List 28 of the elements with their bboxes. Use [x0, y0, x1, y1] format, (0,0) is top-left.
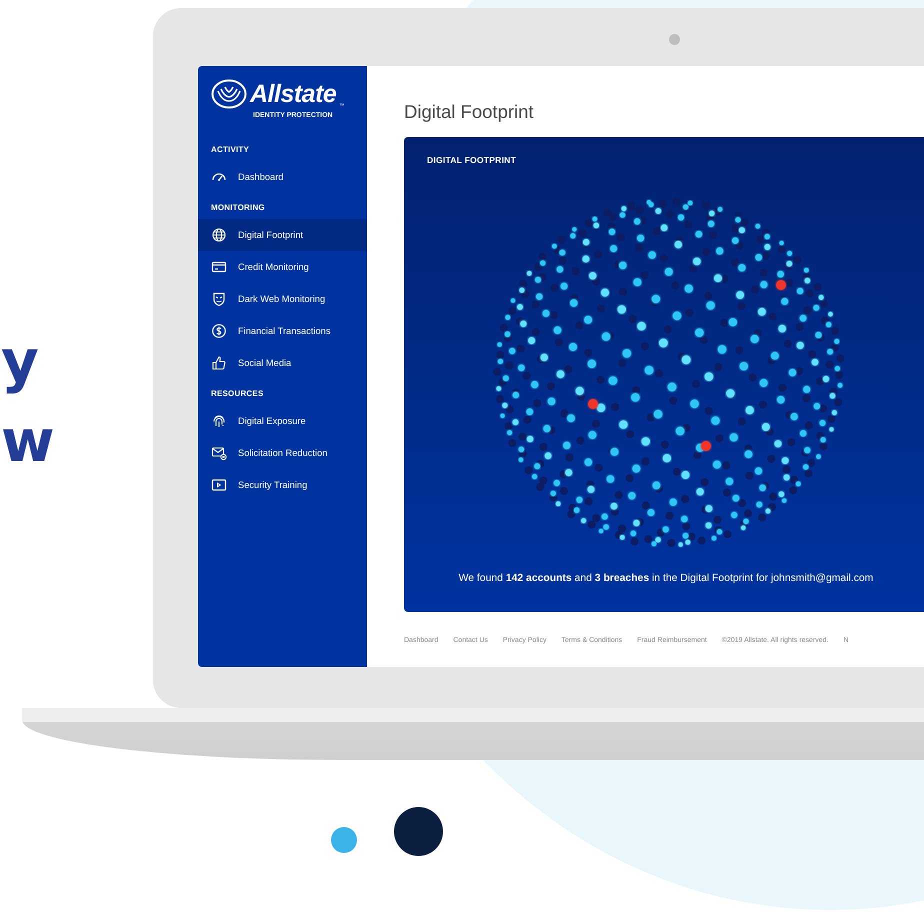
- decor-dot: [331, 827, 357, 853]
- credit-card-icon: [211, 259, 227, 275]
- decor-dot: [394, 807, 443, 856]
- sidebar-item[interactable]: Social Media: [198, 347, 367, 379]
- section-heading: MONITORING: [210, 203, 266, 214]
- fingerprint-icon: [211, 413, 227, 429]
- sidebar-item[interactable]: Security Training: [198, 469, 367, 501]
- sidebar-item[interactable]: Financial Transactions: [198, 315, 367, 347]
- sidebar-item[interactable]: Solicitation Reduction: [198, 437, 367, 469]
- sidebar-item[interactable]: Digital Exposure: [198, 405, 367, 437]
- mask-icon: [211, 291, 227, 307]
- sidebar-item[interactable]: Dark Web Monitoring: [198, 283, 367, 315]
- envelope-icon: [211, 445, 227, 461]
- page-title: Digital Footprint: [404, 101, 535, 123]
- camera-icon: [669, 34, 680, 45]
- video-icon: [211, 477, 227, 493]
- summary-text: We found 142 accounts and 3 breaches in the Digital Footprint for johnsmith@gmail.com: [458, 573, 874, 584]
- section-heading: RESOURCES: [210, 389, 264, 400]
- brand-name: Allstate: [250, 82, 336, 106]
- sidebar-item[interactable]: Credit Monitoring: [198, 251, 367, 283]
- sidebar-item[interactable]: Digital Footprint: [198, 219, 367, 251]
- sidebar-item[interactable]: Dashboard: [198, 161, 367, 193]
- section-heading: ACTIVITY: [210, 145, 250, 156]
- globe-icon: [211, 227, 227, 243]
- headline-fragment: w: [1, 412, 55, 470]
- thumbs-up-icon: [211, 355, 227, 371]
- dollar-icon: [211, 323, 227, 339]
- card-heading: DIGITAL FOOTPRINT: [427, 155, 516, 165]
